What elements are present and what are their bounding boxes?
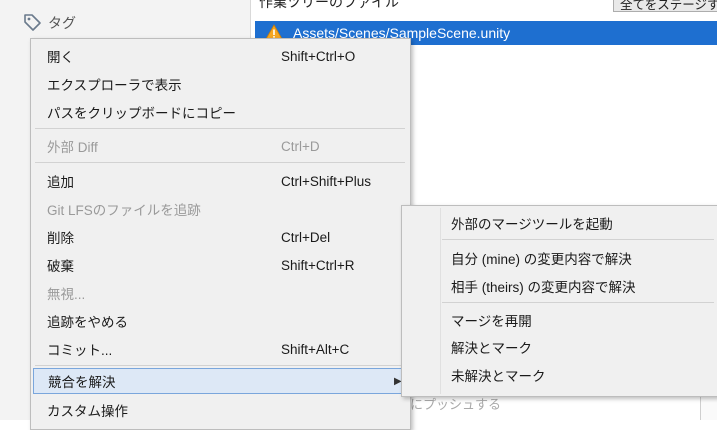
context-menu: 開く Shift+Ctrl+O エクスプローラで表示 パスをクリップボードにコピ… — [30, 38, 411, 430]
menu-item-resolve-conflicts[interactable]: 競合を解決 ▶ — [33, 368, 407, 394]
menu-item-shortcut: Shift+Ctrl+O — [281, 48, 356, 64]
menu-item-label: コミット... — [47, 343, 113, 358]
menu-item-shortcut: Shift+Ctrl+R — [281, 257, 355, 273]
menu-item-label: 追加 — [47, 175, 74, 190]
menu-item-shortcut: Ctrl+Shift+Plus — [281, 173, 372, 189]
submenu-item-resolve-theirs[interactable]: 相手 (theirs) の変更内容で解決 — [403, 273, 715, 299]
menu-item-label: 解決とマーク — [451, 341, 532, 356]
menu-item-discard[interactable]: 破棄 Shift+Ctrl+R — [32, 252, 408, 278]
menu-item-label: 相手 (theirs) の変更内容で解決 — [451, 280, 636, 295]
sidebar-item-label: タグ — [48, 15, 76, 31]
menu-item-shortcut: Shift+Alt+C — [281, 341, 350, 357]
menu-separator — [35, 365, 405, 366]
menu-item-shortcut: Ctrl+D — [281, 138, 320, 154]
submenu-item-resolve-mine[interactable]: 自分 (mine) の変更内容で解決 — [403, 245, 715, 271]
menu-item-commit[interactable]: コミット... Shift+Alt+C — [32, 336, 408, 362]
sidebar-item-tags[interactable]: タグ — [22, 10, 76, 36]
menu-item-label: 無視... — [47, 287, 86, 302]
resolve-conflicts-submenu: 外部のマージツールを起動 自分 (mine) の変更内容で解決 相手 (thei… — [401, 205, 717, 397]
menu-item-label: Git LFSのファイルを追跡 — [47, 203, 201, 218]
menu-item-remove[interactable]: 削除 Ctrl+Del — [32, 224, 408, 250]
tag-icon — [22, 12, 42, 35]
menu-item-label: 削除 — [47, 231, 74, 246]
submenu-item-mark-unresolved[interactable]: 未解決とマーク — [403, 362, 715, 388]
menu-item-custom-actions[interactable]: カスタム操作 — [32, 397, 408, 423]
menu-item-label: 開く — [47, 50, 74, 65]
menu-item-show-in-explorer[interactable]: エクスプローラで表示 — [32, 71, 408, 97]
submenu-item-mark-resolved[interactable]: 解決とマーク — [403, 334, 715, 360]
menu-separator — [442, 239, 714, 240]
submenu-item-restart-merge[interactable]: マージを再開 — [403, 307, 715, 333]
section-header: 作業ツリーのファイル — [259, 0, 399, 10]
menu-item-ignore[interactable]: 無視... — [32, 280, 408, 306]
menu-item-copy-path[interactable]: パスをクリップボードにコピー — [32, 99, 408, 125]
menu-item-label: 自分 (mine) の変更内容で解決 — [451, 252, 632, 267]
menu-item-label: エクスプローラで表示 — [47, 78, 182, 93]
stage-all-button[interactable]: 全てをステージする — [613, 0, 717, 12]
menu-item-git-lfs-track[interactable]: Git LFSのファイルを追跡 — [32, 196, 408, 222]
menu-item-label: 破棄 — [47, 259, 74, 274]
menu-item-open[interactable]: 開く Shift+Ctrl+O — [32, 43, 408, 69]
menu-separator — [442, 302, 714, 303]
menu-item-label: パスをクリップボードにコピー — [47, 106, 236, 121]
menu-item-label: 外部 Diff — [47, 140, 98, 155]
menu-item-label: 追跡をやめる — [47, 315, 128, 330]
menu-item-add[interactable]: 追加 Ctrl+Shift+Plus — [32, 168, 408, 194]
menu-item-label: 未解決とマーク — [451, 369, 546, 384]
menu-separator — [35, 128, 405, 129]
menu-item-label: カスタム操作 — [47, 404, 128, 419]
menu-separator — [35, 162, 405, 163]
menu-item-external-diff[interactable]: 外部 Diff Ctrl+D — [32, 133, 408, 159]
menu-item-label: マージを再開 — [451, 314, 532, 329]
submenu-item-launch-merge-tool[interactable]: 外部のマージツールを起動 — [403, 210, 715, 236]
menu-item-label: 外部のマージツールを起動 — [451, 217, 613, 232]
menu-item-shortcut: Ctrl+Del — [281, 229, 331, 245]
menu-item-label: 競合を解決 — [48, 375, 116, 390]
menu-item-untrack[interactable]: 追跡をやめる — [32, 308, 408, 334]
